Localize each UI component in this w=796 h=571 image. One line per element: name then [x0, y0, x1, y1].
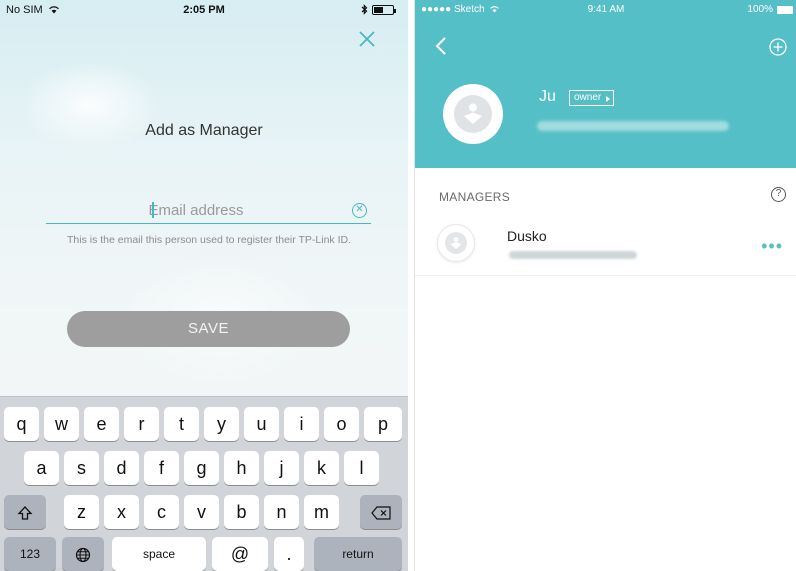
list-item[interactable]: Dusko ••• [415, 214, 796, 276]
key-e[interactable]: e [84, 407, 119, 441]
key-a[interactable]: a [24, 451, 59, 485]
key-g[interactable]: g [184, 451, 219, 485]
key-m[interactable]: m [304, 495, 339, 529]
key-i[interactable]: i [284, 407, 319, 441]
key-x[interactable]: x [104, 495, 139, 529]
key-v[interactable]: v [184, 495, 219, 529]
key-p[interactable]: p [364, 407, 402, 441]
manager-email-redacted [509, 251, 637, 259]
key-r[interactable]: r [124, 407, 159, 441]
add-icon[interactable] [769, 38, 787, 56]
backspace-icon [371, 506, 391, 520]
space-key[interactable]: space [112, 537, 206, 571]
key-l[interactable]: l [344, 451, 379, 485]
owner-email-redacted [537, 121, 729, 131]
user-icon [445, 232, 467, 254]
key-z[interactable]: z [64, 495, 99, 529]
key-b[interactable]: b [224, 495, 259, 529]
clear-icon[interactable]: ✕ [352, 203, 367, 218]
avatar [443, 84, 503, 144]
status-bar: ●●●●● Sketch 9:41 AM 100% [415, 0, 796, 20]
delete-key[interactable] [360, 495, 402, 529]
globe-key[interactable] [62, 537, 104, 571]
owner-name: Ju [539, 88, 556, 105]
key-d[interactable]: d [104, 451, 139, 485]
owner-badge: owner [569, 90, 615, 106]
status-time: 9:41 AM [587, 4, 625, 15]
battery-percent: 100% [747, 4, 773, 15]
keyboard-row: 123 space @ . return [0, 537, 408, 571]
key-n[interactable]: n [264, 495, 299, 529]
key-q[interactable]: q [4, 407, 39, 441]
close-icon[interactable] [356, 30, 378, 52]
email-hint: This is the email this person used to re… [66, 234, 351, 246]
shift-icon [17, 506, 33, 520]
managers-screen: ●●●●● Sketch 9:41 AM 100% Ju owner MANAG… [414, 0, 796, 571]
period-key[interactable]: . [274, 537, 304, 571]
key-k[interactable]: k [304, 451, 339, 485]
text-caret [152, 202, 154, 218]
add-manager-screen: No SIM 2:05 PM Add as Manager ✕ This is … [0, 0, 408, 571]
keyboard-row: z x c v b n m [0, 495, 408, 529]
key-s[interactable]: s [64, 451, 99, 485]
back-icon[interactable] [433, 36, 449, 56]
more-icon[interactable]: ••• [761, 237, 783, 255]
key-f[interactable]: f [144, 451, 179, 485]
status-right [361, 4, 396, 15]
battery-icon [777, 6, 793, 14]
key-o[interactable]: o [324, 407, 359, 441]
help-icon[interactable]: ? [771, 187, 786, 202]
key-j[interactable]: j [264, 451, 299, 485]
globe-icon [75, 547, 91, 563]
key-t[interactable]: t [164, 407, 199, 441]
keyboard-row: q w e r t y u i o p [0, 407, 408, 441]
owner-header: ●●●●● Sketch 9:41 AM 100% Ju owner [415, 0, 796, 168]
status-time: 2:05 PM [183, 4, 225, 16]
status-bar: No SIM 2:05 PM [0, 0, 408, 20]
bluetooth-icon [361, 4, 368, 15]
key-y[interactable]: y [204, 407, 239, 441]
user-icon [454, 95, 492, 133]
manager-name: Dusko [507, 228, 547, 244]
keyboard-row: a s d f g h j k l [0, 451, 408, 485]
email-field[interactable] [46, 198, 346, 222]
key-c[interactable]: c [144, 495, 179, 529]
email-field-container: ✕ [46, 198, 371, 224]
return-key[interactable]: return [314, 537, 402, 571]
numbers-key[interactable]: 123 [4, 537, 56, 571]
key-h[interactable]: h [224, 451, 259, 485]
battery-icon [372, 4, 396, 15]
keyboard: q w e r t y u i o p a s d f g h j k l z … [0, 396, 408, 571]
at-key[interactable]: @ [212, 537, 268, 571]
key-w[interactable]: w [44, 407, 79, 441]
managers-section-title: MANAGERS [439, 190, 511, 204]
page-title: Add as Manager [145, 122, 263, 139]
key-u[interactable]: u [244, 407, 279, 441]
save-button[interactable]: SAVE [67, 311, 350, 347]
shift-key[interactable] [4, 495, 46, 529]
avatar [437, 224, 475, 262]
